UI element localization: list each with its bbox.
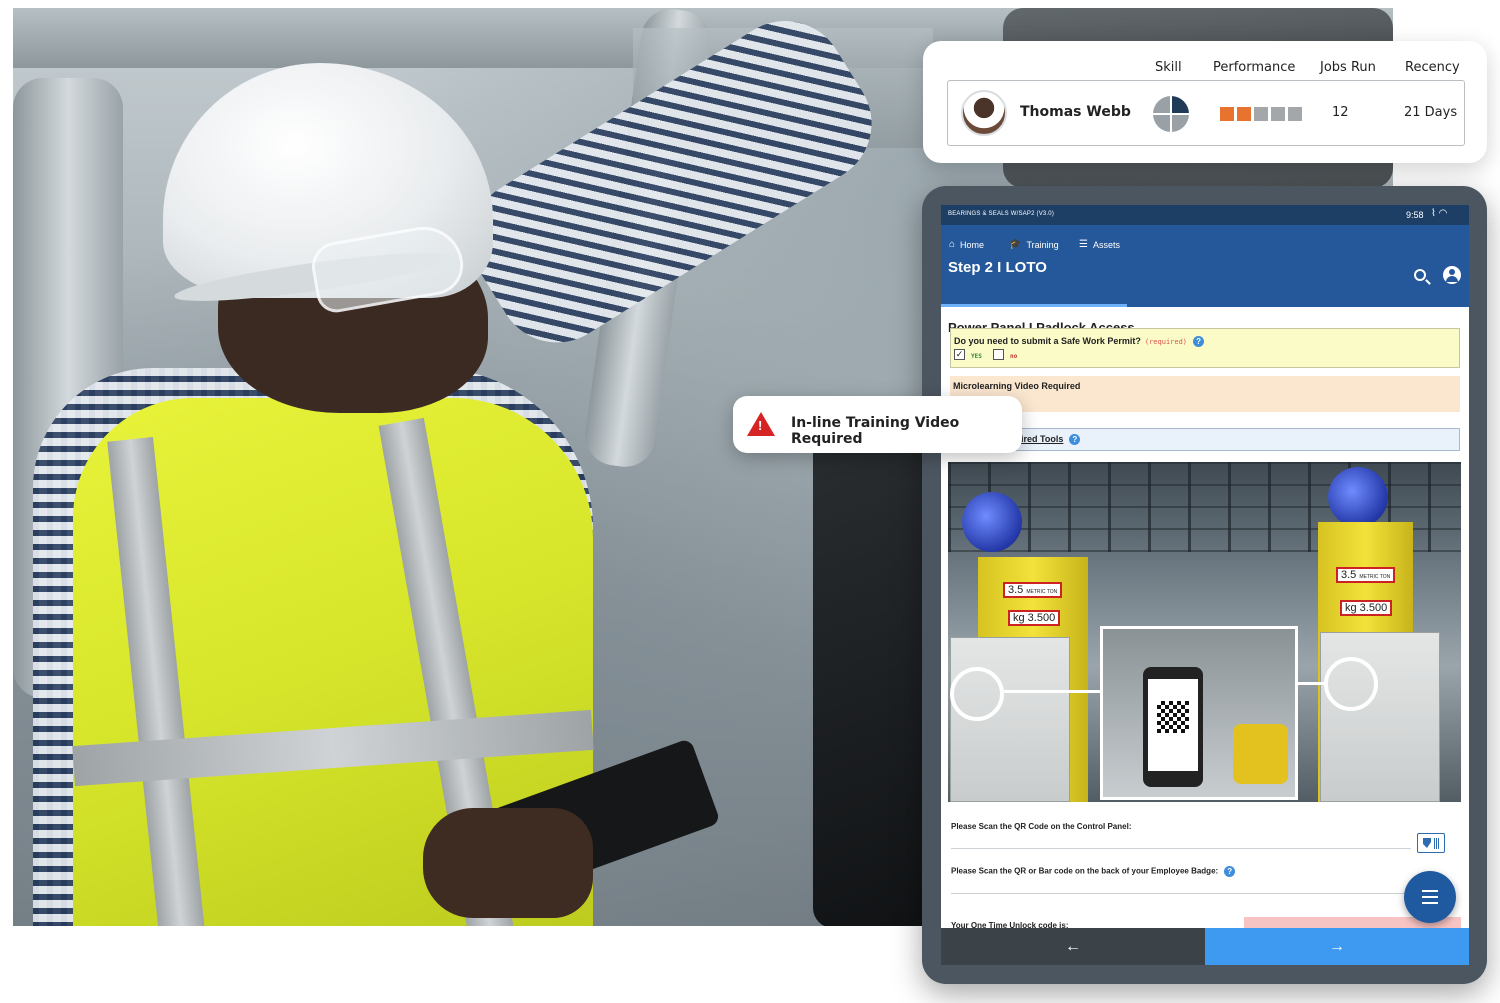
home-icon: ⌂	[949, 239, 956, 250]
weight-label-left: kg 3.500	[1008, 610, 1061, 626]
nav-training[interactable]: 🎓 Training	[1009, 239, 1059, 250]
step-title: Step 2 I LOTO	[948, 259, 1047, 276]
worker-row[interactable]: Thomas Webb 12 21 Days	[947, 80, 1465, 146]
status-bar: BEARINGS & SEALS W/SAP2 (V3.0) 9:58 ⌇ ◠	[941, 205, 1469, 225]
worker-name: Thomas Webb	[1020, 104, 1131, 120]
no-checkbox[interactable]	[993, 349, 1004, 360]
control-panel-right	[1320, 632, 1440, 802]
performance-segment	[1271, 107, 1285, 121]
header-recency: Recency	[1405, 60, 1460, 75]
question-text: Do you need to submit a Safe Work Permit…	[954, 336, 1205, 348]
status-time: 9:58	[1406, 210, 1424, 220]
capacity-label-left: 3.5 METRIC TON	[1003, 582, 1063, 598]
scan-badge-field[interactable]	[951, 893, 1411, 894]
jobs-run-value: 12	[1332, 105, 1349, 120]
warning-exclamation: !	[758, 418, 763, 433]
nav-home-label: Home	[960, 239, 985, 250]
no-label: no	[1010, 353, 1018, 360]
help-icon[interactable]: ?	[1069, 434, 1081, 446]
scan-qr-label: Please Scan the QR Code on the Control P…	[951, 822, 1132, 831]
capacity-label-right: 3.5 METRIC TON	[1336, 567, 1396, 583]
required-tag: (required)	[1144, 338, 1188, 346]
weight-label-right: kg 3.500	[1340, 600, 1393, 616]
list-icon: ☰	[1079, 239, 1088, 250]
header-performance: Performance	[1213, 60, 1296, 75]
active-tab-indicator	[941, 304, 1127, 307]
nav-home[interactable]: ⌂ Home	[949, 239, 984, 250]
worker-card: Skill Performance Jobs Run Recency Thoma…	[923, 41, 1487, 163]
nav-training-label: Training	[1026, 239, 1059, 250]
help-icon[interactable]: ?	[1193, 336, 1205, 348]
qr-scan-inset	[1100, 626, 1298, 800]
tablet-device: BEARINGS & SEALS W/SAP2 (V3.0) 9:58 ⌇ ◠ …	[922, 186, 1487, 984]
worker-hand	[423, 808, 593, 918]
performance-segment	[1254, 107, 1268, 121]
performance-meter	[1220, 107, 1302, 121]
recency-value: 21 Days	[1404, 105, 1458, 120]
scan-badge-label: Please Scan the QR or Bar code on the ba…	[951, 866, 1236, 877]
nav-assets[interactable]: ☰ Assets	[1079, 239, 1120, 250]
microlearning-section[interactable]: Microlearning Video Required	[950, 376, 1460, 412]
blue-motor	[962, 492, 1022, 552]
user-icon[interactable]	[1443, 266, 1461, 284]
tablet-screen: BEARINGS & SEALS W/SAP2 (V3.0) 9:58 ⌇ ◠ …	[941, 205, 1469, 965]
graduation-cap-icon: 🎓	[1009, 239, 1022, 250]
required-tools-section[interactable]: ired Tools?	[950, 428, 1460, 451]
wifi-icon: ⌇ ◠	[1431, 208, 1448, 219]
tools-label: ired Tools?	[1021, 434, 1081, 446]
training-callout: ! In-line Training Video Required	[733, 396, 1022, 453]
qr-code	[1157, 701, 1189, 733]
back-button[interactable]: ←	[941, 928, 1205, 965]
yes-checkbox[interactable]: ✓	[954, 349, 965, 360]
yellow-meter	[1233, 724, 1288, 784]
callout-text: In-line Training Video Required	[791, 415, 960, 447]
connector-line	[1298, 682, 1326, 685]
app-name: BEARINGS & SEALS W/SAP2 (V3.0)	[948, 211, 1055, 217]
permit-question: Do you need to submit a Safe Work Permit…	[950, 328, 1460, 368]
microlearning-label: Microlearning Video Required	[953, 381, 1081, 391]
search-icon[interactable]	[1414, 269, 1426, 281]
help-icon[interactable]: ?	[1224, 866, 1236, 877]
performance-segment	[1237, 107, 1251, 121]
performance-segment	[1220, 107, 1234, 121]
app-bar: ⌂ Home 🎓 Training ☰ Assets Step 2 I LOTO	[941, 225, 1469, 307]
vest-reflective-stripe	[107, 436, 205, 926]
procedure-photo: 3.5 METRIC TON kg 3.500 3.5 METRIC TON k…	[948, 462, 1461, 802]
next-button[interactable]: →	[1205, 928, 1469, 965]
header-jobs-run: Jobs Run	[1320, 60, 1376, 75]
performance-segment	[1288, 107, 1302, 121]
menu-fab-button[interactable]	[1404, 871, 1456, 923]
pie-quarter-icon	[1153, 96, 1189, 132]
highlight-ring-right	[1324, 657, 1378, 711]
question-label: Do you need to submit a Safe Work Permit…	[954, 336, 1141, 346]
bottom-nav: ← →	[941, 928, 1469, 965]
header-skill: Skill	[1155, 60, 1182, 75]
blue-motor	[1328, 467, 1388, 527]
phone	[1143, 667, 1203, 787]
scan-qr-field[interactable]	[951, 848, 1411, 849]
connector-line	[1004, 690, 1102, 693]
scan-barcode-button[interactable]	[1417, 833, 1445, 853]
highlight-ring-left	[950, 667, 1004, 721]
phone-screen	[1148, 679, 1198, 771]
nav-assets-label: Assets	[1092, 239, 1120, 250]
avatar	[961, 90, 1007, 136]
yes-label: YES	[971, 353, 982, 360]
